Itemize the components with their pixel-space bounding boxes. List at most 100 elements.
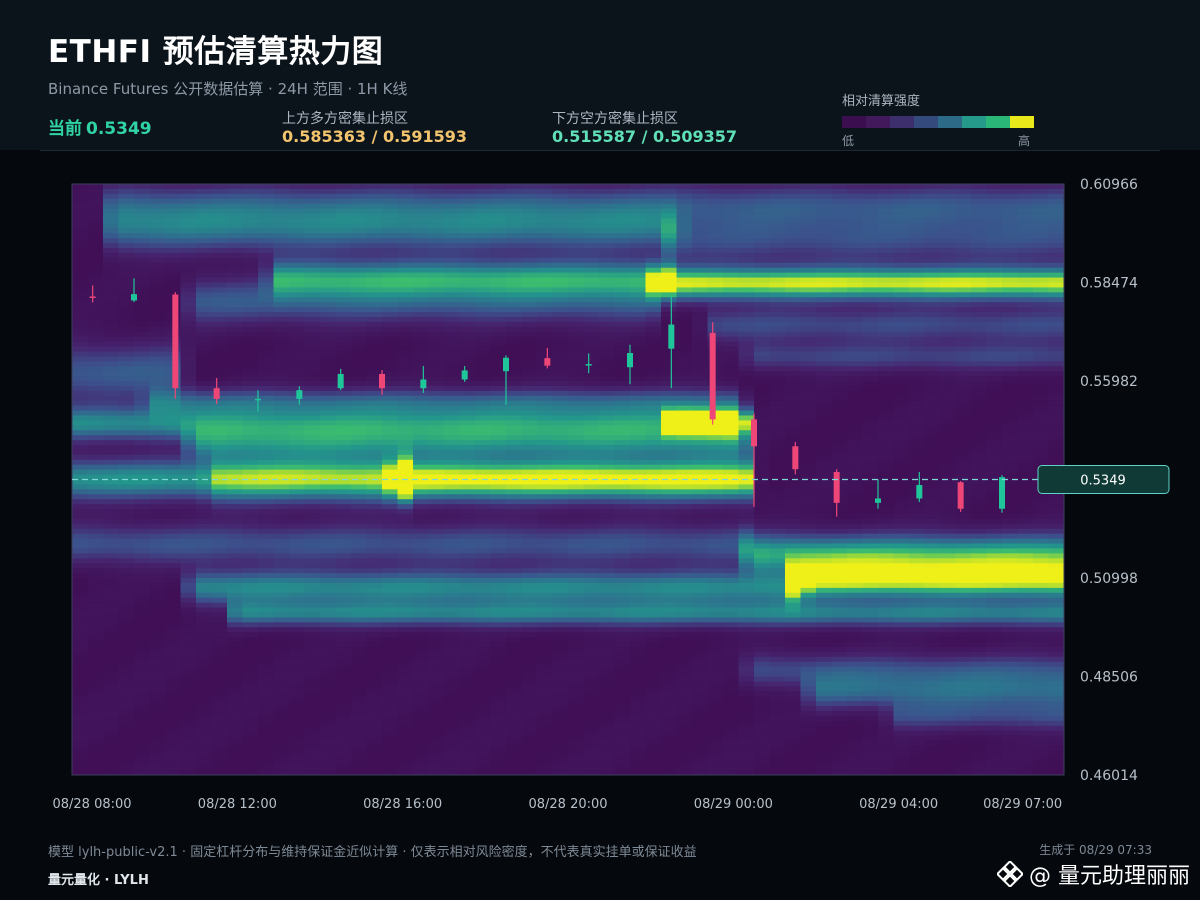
heatmap-cell xyxy=(475,316,492,323)
heatmap-cell xyxy=(475,661,492,668)
heatmap-cell xyxy=(258,356,275,362)
heatmap-cell xyxy=(692,326,709,333)
heatmap-cell xyxy=(289,637,306,643)
heatmap-cell xyxy=(475,710,492,717)
heatmap-cell xyxy=(475,489,492,495)
heatmap-cell xyxy=(552,243,569,249)
heatmap-cell xyxy=(320,257,337,264)
heatmap-cell xyxy=(273,356,290,362)
heatmap-cell xyxy=(428,578,445,584)
heatmap-cell xyxy=(614,198,631,205)
heatmap-cell xyxy=(165,725,182,732)
heatmap-cell xyxy=(676,632,693,638)
heatmap-cell xyxy=(196,612,213,618)
heatmap-cell xyxy=(614,297,631,303)
heatmap-cell xyxy=(490,203,507,210)
heatmap-cell xyxy=(397,208,414,215)
heatmap-cell xyxy=(382,489,399,495)
heatmap-cell xyxy=(258,312,275,318)
heatmap-cell xyxy=(583,341,600,348)
heatmap-cell xyxy=(676,346,693,353)
heatmap-cell xyxy=(552,592,569,599)
heatmap-cell xyxy=(258,760,275,766)
heatmap-cell xyxy=(149,223,166,229)
heatmap-cell xyxy=(676,597,693,604)
heatmap-cell xyxy=(258,459,275,466)
heatmap-cell xyxy=(165,637,182,643)
heatmap-cell xyxy=(614,371,631,377)
heatmap-cell xyxy=(614,735,631,742)
heatmap-cell xyxy=(630,513,647,520)
heatmap-cell xyxy=(289,440,306,446)
heatmap-cell xyxy=(599,646,616,653)
heatmap-cell xyxy=(289,188,306,195)
heatmap-cell xyxy=(661,518,678,525)
heatmap-cell xyxy=(351,558,368,564)
heatmap-cell xyxy=(304,578,321,584)
heatmap-cell xyxy=(490,661,507,668)
heatmap-cell xyxy=(258,464,275,471)
heatmap-cell xyxy=(490,676,507,683)
heatmap-cell xyxy=(103,573,120,579)
heatmap-cell xyxy=(196,627,213,633)
heatmap-cell xyxy=(351,188,368,195)
heatmap-cell xyxy=(273,612,290,618)
heatmap-cell xyxy=(211,602,228,609)
heatmap-cell xyxy=(180,765,197,771)
heatmap-cell xyxy=(413,184,430,190)
heatmap-cell xyxy=(180,252,197,259)
heatmap-cell xyxy=(165,533,182,540)
heatmap-cell xyxy=(335,666,352,673)
heatmap-cell xyxy=(196,592,213,599)
heatmap-cell xyxy=(289,568,306,574)
heatmap-cell xyxy=(118,390,135,397)
heatmap-cell xyxy=(614,184,631,190)
heatmap-cell xyxy=(351,435,368,441)
heatmap-cell xyxy=(583,538,600,545)
heatmap-cell xyxy=(351,563,368,569)
heatmap-cell xyxy=(413,548,430,554)
heatmap-cell xyxy=(304,267,321,274)
heatmap-cell xyxy=(72,366,89,372)
heatmap-cell xyxy=(568,331,585,338)
heatmap-cell xyxy=(118,198,135,205)
heatmap-cell xyxy=(475,267,492,274)
heatmap-cell xyxy=(149,651,166,658)
heatmap-cell xyxy=(211,637,228,643)
heatmap-cell xyxy=(87,351,104,357)
heatmap-cell xyxy=(273,720,290,727)
heatmap-cell xyxy=(397,381,414,387)
heatmap-cell xyxy=(366,706,383,712)
heatmap-cell xyxy=(490,563,507,569)
heatmap-cell xyxy=(149,755,166,761)
heatmap-cell xyxy=(552,351,569,357)
heatmap-cell xyxy=(72,198,89,205)
heatmap-cell xyxy=(258,661,275,668)
heatmap-cell xyxy=(242,602,259,609)
heatmap-cell xyxy=(475,459,492,466)
heatmap-cell xyxy=(428,587,445,594)
heatmap-cell xyxy=(227,578,244,584)
heatmap-cell xyxy=(552,336,569,343)
heatmap-cell xyxy=(335,558,352,564)
heatmap-cell xyxy=(87,740,104,747)
heatmap-cell xyxy=(568,400,585,407)
heatmap-cell xyxy=(413,627,430,633)
heatmap-cell xyxy=(320,735,337,742)
heatmap-cell xyxy=(676,686,693,692)
heatmap-cell xyxy=(118,676,135,683)
heatmap-cell xyxy=(366,686,383,692)
heatmap-cell xyxy=(645,277,662,284)
heatmap-cell xyxy=(149,686,166,692)
heatmap-cell xyxy=(165,193,182,200)
heatmap-cell xyxy=(630,691,647,697)
heatmap-cell xyxy=(118,385,135,392)
heatmap-cell xyxy=(630,568,647,574)
heatmap-cell xyxy=(568,553,585,559)
heatmap-cell xyxy=(444,543,461,550)
heatmap-cell xyxy=(661,479,678,486)
heatmap-cell xyxy=(382,312,399,318)
heatmap-cell xyxy=(320,676,337,683)
heatmap-cell xyxy=(196,538,213,545)
heatmap-cell xyxy=(196,568,213,574)
